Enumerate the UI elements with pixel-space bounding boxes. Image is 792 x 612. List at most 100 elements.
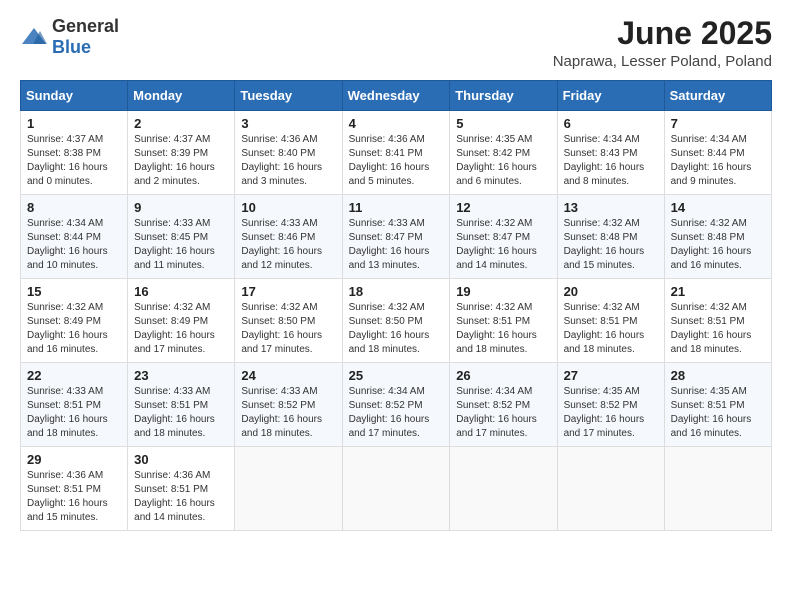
weekday-header-tuesday: Tuesday bbox=[235, 81, 342, 111]
day-info: Sunrise: 4:32 AM Sunset: 8:48 PM Dayligh… bbox=[564, 218, 645, 271]
day-info: Sunrise: 4:33 AM Sunset: 8:52 PM Dayligh… bbox=[241, 386, 322, 439]
calendar-cell: 7 Sunrise: 4:34 AM Sunset: 8:44 PM Dayli… bbox=[664, 111, 771, 195]
calendar-cell: 22 Sunrise: 4:33 AM Sunset: 8:51 PM Dayl… bbox=[21, 363, 128, 447]
day-number: 15 bbox=[27, 284, 121, 299]
logo-general: General bbox=[52, 16, 119, 36]
day-number: 29 bbox=[27, 452, 121, 467]
calendar-cell: 28 Sunrise: 4:35 AM Sunset: 8:51 PM Dayl… bbox=[664, 363, 771, 447]
day-number: 5 bbox=[456, 116, 550, 131]
calendar-cell: 25 Sunrise: 4:34 AM Sunset: 8:52 PM Dayl… bbox=[342, 363, 450, 447]
calendar-cell bbox=[557, 447, 664, 531]
calendar-cell: 29 Sunrise: 4:36 AM Sunset: 8:51 PM Dayl… bbox=[21, 447, 128, 531]
day-info: Sunrise: 4:36 AM Sunset: 8:41 PM Dayligh… bbox=[349, 134, 430, 187]
day-number: 4 bbox=[349, 116, 444, 131]
day-info: Sunrise: 4:35 AM Sunset: 8:42 PM Dayligh… bbox=[456, 134, 537, 187]
day-info: Sunrise: 4:37 AM Sunset: 8:38 PM Dayligh… bbox=[27, 134, 108, 187]
day-number: 9 bbox=[134, 200, 228, 215]
day-info: Sunrise: 4:33 AM Sunset: 8:47 PM Dayligh… bbox=[349, 218, 430, 271]
day-info: Sunrise: 4:33 AM Sunset: 8:45 PM Dayligh… bbox=[134, 218, 215, 271]
calendar-cell: 8 Sunrise: 4:34 AM Sunset: 8:44 PM Dayli… bbox=[21, 195, 128, 279]
day-number: 2 bbox=[134, 116, 228, 131]
logo-icon bbox=[20, 26, 48, 48]
weekday-header-thursday: Thursday bbox=[450, 81, 557, 111]
title-area: June 2025 Naprawa, Lesser Poland, Poland bbox=[553, 16, 772, 70]
day-number: 22 bbox=[27, 368, 121, 383]
day-info: Sunrise: 4:34 AM Sunset: 8:44 PM Dayligh… bbox=[671, 134, 752, 187]
day-number: 10 bbox=[241, 200, 335, 215]
week-row-1: 1 Sunrise: 4:37 AM Sunset: 8:38 PM Dayli… bbox=[21, 111, 772, 195]
calendar-cell: 19 Sunrise: 4:32 AM Sunset: 8:51 PM Dayl… bbox=[450, 279, 557, 363]
day-info: Sunrise: 4:35 AM Sunset: 8:52 PM Dayligh… bbox=[564, 386, 645, 439]
header: General Blue June 2025 Naprawa, Lesser P… bbox=[20, 16, 772, 70]
calendar-cell: 4 Sunrise: 4:36 AM Sunset: 8:41 PM Dayli… bbox=[342, 111, 450, 195]
day-number: 28 bbox=[671, 368, 765, 383]
calendar-cell bbox=[450, 447, 557, 531]
day-number: 13 bbox=[564, 200, 658, 215]
day-info: Sunrise: 4:36 AM Sunset: 8:40 PM Dayligh… bbox=[241, 134, 322, 187]
day-number: 18 bbox=[349, 284, 444, 299]
calendar-cell: 3 Sunrise: 4:36 AM Sunset: 8:40 PM Dayli… bbox=[235, 111, 342, 195]
logo: General Blue bbox=[20, 16, 119, 58]
day-info: Sunrise: 4:32 AM Sunset: 8:49 PM Dayligh… bbox=[27, 302, 108, 355]
calendar-cell: 18 Sunrise: 4:32 AM Sunset: 8:50 PM Dayl… bbox=[342, 279, 450, 363]
day-info: Sunrise: 4:36 AM Sunset: 8:51 PM Dayligh… bbox=[27, 470, 108, 523]
calendar-cell: 1 Sunrise: 4:37 AM Sunset: 8:38 PM Dayli… bbox=[21, 111, 128, 195]
day-info: Sunrise: 4:37 AM Sunset: 8:39 PM Dayligh… bbox=[134, 134, 215, 187]
day-number: 11 bbox=[349, 200, 444, 215]
weekday-header-sunday: Sunday bbox=[21, 81, 128, 111]
day-info: Sunrise: 4:34 AM Sunset: 8:52 PM Dayligh… bbox=[456, 386, 537, 439]
calendar-cell: 17 Sunrise: 4:32 AM Sunset: 8:50 PM Dayl… bbox=[235, 279, 342, 363]
day-number: 26 bbox=[456, 368, 550, 383]
day-number: 14 bbox=[671, 200, 765, 215]
calendar-cell: 6 Sunrise: 4:34 AM Sunset: 8:43 PM Dayli… bbox=[557, 111, 664, 195]
calendar-cell bbox=[664, 447, 771, 531]
calendar-cell bbox=[342, 447, 450, 531]
day-info: Sunrise: 4:32 AM Sunset: 8:51 PM Dayligh… bbox=[671, 302, 752, 355]
day-info: Sunrise: 4:32 AM Sunset: 8:50 PM Dayligh… bbox=[241, 302, 322, 355]
logo-blue: Blue bbox=[52, 37, 91, 57]
day-number: 12 bbox=[456, 200, 550, 215]
day-info: Sunrise: 4:32 AM Sunset: 8:48 PM Dayligh… bbox=[671, 218, 752, 271]
weekday-header-friday: Friday bbox=[557, 81, 664, 111]
calendar-cell: 30 Sunrise: 4:36 AM Sunset: 8:51 PM Dayl… bbox=[128, 447, 235, 531]
calendar: SundayMondayTuesdayWednesdayThursdayFrid… bbox=[20, 80, 772, 531]
day-info: Sunrise: 4:32 AM Sunset: 8:50 PM Dayligh… bbox=[349, 302, 430, 355]
calendar-cell bbox=[235, 447, 342, 531]
day-info: Sunrise: 4:34 AM Sunset: 8:44 PM Dayligh… bbox=[27, 218, 108, 271]
day-info: Sunrise: 4:32 AM Sunset: 8:47 PM Dayligh… bbox=[456, 218, 537, 271]
day-info: Sunrise: 4:32 AM Sunset: 8:51 PM Dayligh… bbox=[456, 302, 537, 355]
day-number: 27 bbox=[564, 368, 658, 383]
day-number: 25 bbox=[349, 368, 444, 383]
month-title: June 2025 bbox=[553, 16, 772, 51]
calendar-cell: 9 Sunrise: 4:33 AM Sunset: 8:45 PM Dayli… bbox=[128, 195, 235, 279]
day-number: 7 bbox=[671, 116, 765, 131]
logo-text: General Blue bbox=[52, 16, 119, 58]
location-title: Naprawa, Lesser Poland, Poland bbox=[553, 53, 772, 70]
weekday-header-saturday: Saturday bbox=[664, 81, 771, 111]
day-info: Sunrise: 4:32 AM Sunset: 8:51 PM Dayligh… bbox=[564, 302, 645, 355]
day-number: 16 bbox=[134, 284, 228, 299]
weekday-header-wednesday: Wednesday bbox=[342, 81, 450, 111]
calendar-cell: 27 Sunrise: 4:35 AM Sunset: 8:52 PM Dayl… bbox=[557, 363, 664, 447]
week-row-2: 8 Sunrise: 4:34 AM Sunset: 8:44 PM Dayli… bbox=[21, 195, 772, 279]
calendar-cell: 13 Sunrise: 4:32 AM Sunset: 8:48 PM Dayl… bbox=[557, 195, 664, 279]
day-info: Sunrise: 4:33 AM Sunset: 8:51 PM Dayligh… bbox=[134, 386, 215, 439]
day-info: Sunrise: 4:33 AM Sunset: 8:46 PM Dayligh… bbox=[241, 218, 322, 271]
day-info: Sunrise: 4:34 AM Sunset: 8:52 PM Dayligh… bbox=[349, 386, 430, 439]
day-info: Sunrise: 4:33 AM Sunset: 8:51 PM Dayligh… bbox=[27, 386, 108, 439]
day-number: 20 bbox=[564, 284, 658, 299]
day-number: 23 bbox=[134, 368, 228, 383]
calendar-cell: 23 Sunrise: 4:33 AM Sunset: 8:51 PM Dayl… bbox=[128, 363, 235, 447]
day-number: 19 bbox=[456, 284, 550, 299]
week-row-3: 15 Sunrise: 4:32 AM Sunset: 8:49 PM Dayl… bbox=[21, 279, 772, 363]
day-info: Sunrise: 4:36 AM Sunset: 8:51 PM Dayligh… bbox=[134, 470, 215, 523]
weekday-header-monday: Monday bbox=[128, 81, 235, 111]
calendar-cell: 11 Sunrise: 4:33 AM Sunset: 8:47 PM Dayl… bbox=[342, 195, 450, 279]
day-number: 30 bbox=[134, 452, 228, 467]
calendar-cell: 26 Sunrise: 4:34 AM Sunset: 8:52 PM Dayl… bbox=[450, 363, 557, 447]
calendar-cell: 20 Sunrise: 4:32 AM Sunset: 8:51 PM Dayl… bbox=[557, 279, 664, 363]
calendar-cell: 24 Sunrise: 4:33 AM Sunset: 8:52 PM Dayl… bbox=[235, 363, 342, 447]
day-number: 6 bbox=[564, 116, 658, 131]
day-info: Sunrise: 4:32 AM Sunset: 8:49 PM Dayligh… bbox=[134, 302, 215, 355]
calendar-cell: 21 Sunrise: 4:32 AM Sunset: 8:51 PM Dayl… bbox=[664, 279, 771, 363]
